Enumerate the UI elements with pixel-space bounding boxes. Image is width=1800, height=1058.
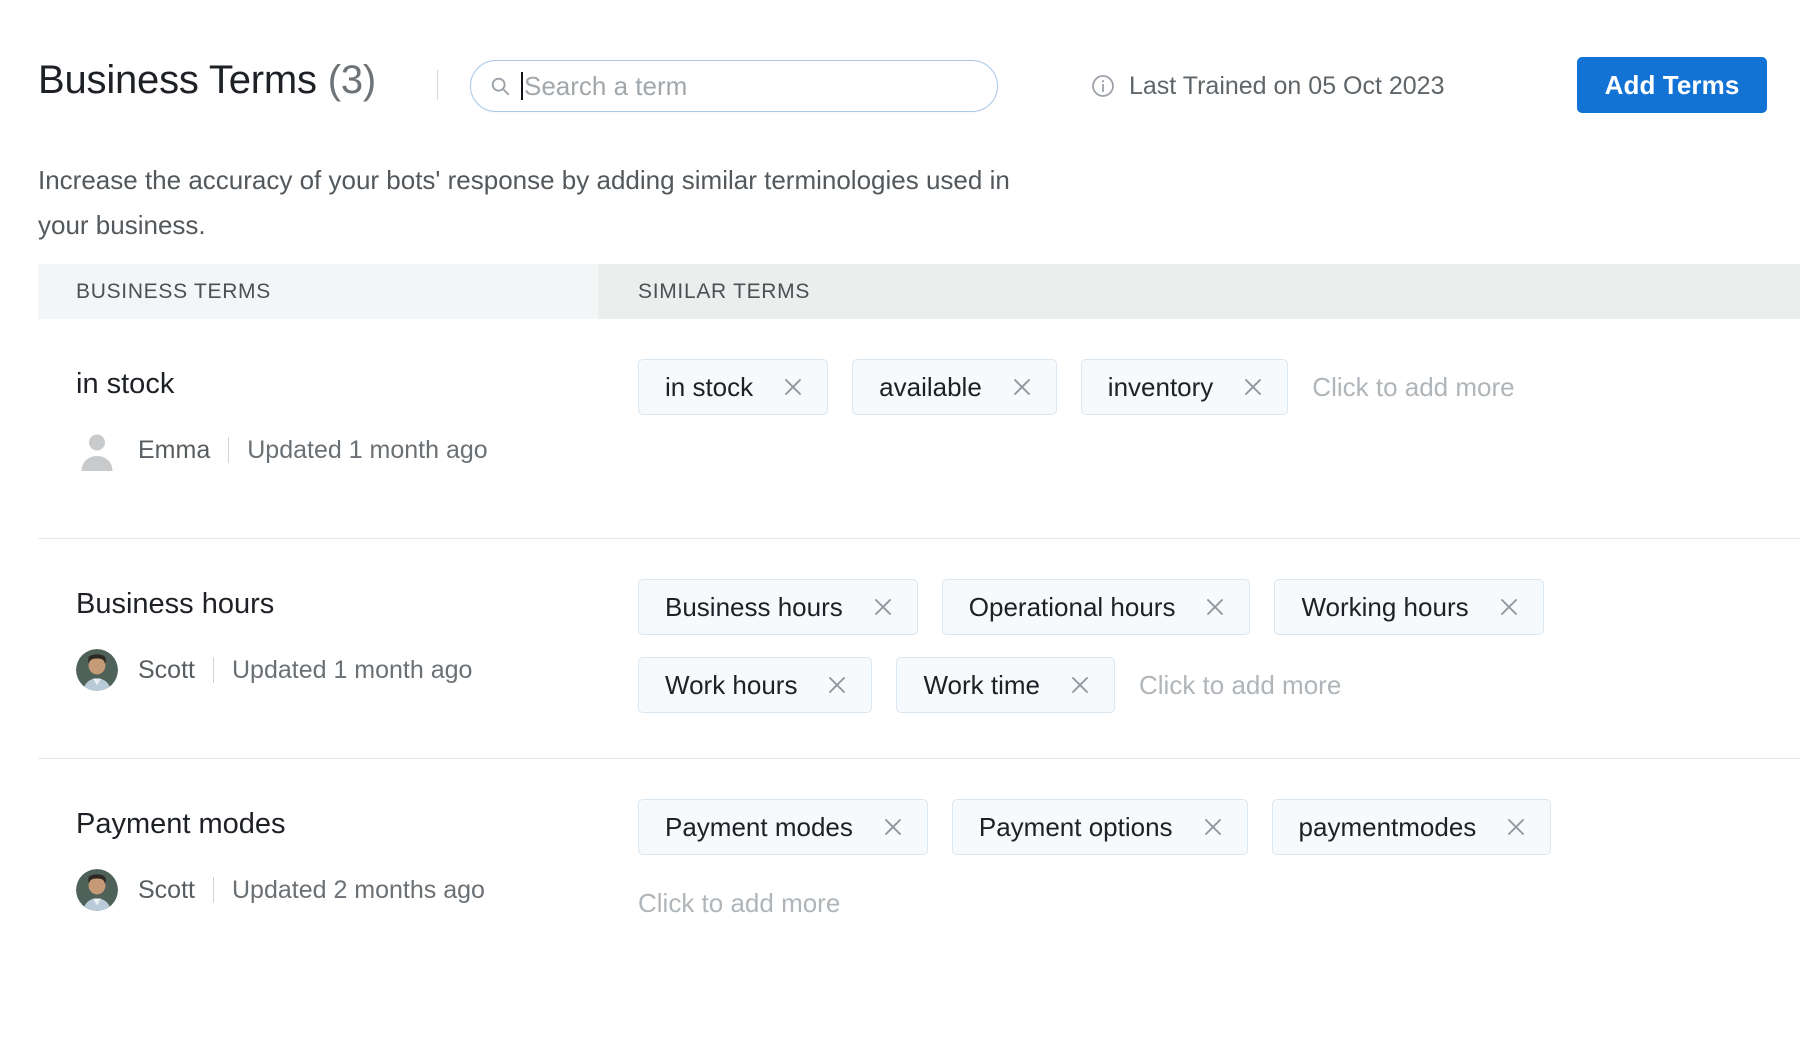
term-updated-time: Updated 2 months ago [231, 875, 485, 904]
similar-term-label: Payment options [978, 811, 1173, 842]
text-caret [521, 72, 523, 100]
close-icon[interactable] [1203, 595, 1227, 619]
table-header-row: BUSINESS TERMS SIMILAR TERMS [38, 264, 1800, 319]
business-term-cell: in stock Emma Updated 1 month ago [38, 319, 598, 538]
business-term-name: Payment modes [76, 808, 286, 840]
term-updated-time: Updated 1 month ago [247, 435, 488, 464]
close-icon[interactable] [1504, 815, 1528, 839]
similar-term-label: available [879, 371, 982, 402]
close-icon[interactable] [825, 673, 849, 697]
similar-term-label: Business hours [665, 591, 843, 622]
similar-term-chip[interactable]: Payment modes [638, 799, 928, 855]
page-description: Increase the accuracy of your bots' resp… [38, 165, 1010, 240]
close-icon[interactable] [881, 815, 905, 839]
last-trained-text: Last Trained on 05 Oct 2023 [1129, 71, 1445, 100]
similar-term-label: Working hours [1301, 591, 1469, 622]
avatar [76, 649, 118, 691]
search-input[interactable] [524, 66, 954, 106]
close-icon[interactable] [1010, 375, 1034, 399]
close-icon[interactable] [1241, 375, 1265, 399]
add-more-placeholder[interactable]: Click to add more [638, 875, 1798, 931]
similar-term-label: Payment modes [665, 811, 853, 842]
similar-term-chip[interactable]: Working hours [1274, 579, 1544, 635]
similar-term-chip[interactable]: Payment options [951, 799, 1248, 855]
page-header: Business Terms (3) Last Trained on 05 Oc… [0, 0, 1800, 128]
table-row: in stock Emma Updated 1 month ago in stock a… [38, 319, 1800, 539]
similar-term-chip[interactable]: paymentmodes [1271, 799, 1552, 855]
similar-term-chip[interactable]: Work time [896, 657, 1115, 713]
table-row: Business hours Scott Updated 1 month ago Bu… [38, 539, 1800, 759]
similar-terms-cell: Business hours Operational hours Working h… [598, 539, 1798, 758]
similar-terms-cell: in stock available inventory Click to add m… [598, 319, 1798, 538]
column-header-similar-terms: SIMILAR TERMS [598, 264, 1800, 319]
table-body: in stock Emma Updated 1 month ago in stock a… [0, 319, 1800, 979]
business-term-name: in stock [76, 368, 175, 400]
business-terms-table: BUSINESS TERMS SIMILAR TERMS in stock Emm… [0, 264, 1800, 979]
avatar [76, 869, 118, 911]
table-row: Payment modes Scott Updated 2 months ago Pa… [38, 759, 1800, 979]
term-meta: Scott Updated 2 months ago [76, 869, 598, 911]
column-header-business-terms: BUSINESS TERMS [38, 264, 598, 319]
close-icon[interactable] [1068, 673, 1092, 697]
meta-divider [212, 657, 214, 683]
similar-term-label: inventory [1107, 371, 1214, 402]
term-meta: Scott Updated 1 month ago [76, 649, 598, 691]
business-term-cell: Business hours Scott Updated 1 month ago [38, 539, 598, 758]
similar-term-label: in stock [665, 371, 754, 402]
similar-term-chip[interactable]: in stock [638, 359, 829, 415]
similar-term-label: Operational hours [968, 591, 1176, 622]
similar-term-chip[interactable]: inventory [1080, 359, 1289, 415]
similar-terms-cell: Payment modes Payment options paymentmodes… [598, 759, 1798, 979]
close-icon[interactable] [1497, 595, 1521, 619]
business-term-name: Business hours [76, 588, 275, 620]
similar-term-chip[interactable]: Business hours [638, 579, 918, 635]
page-title-count: (3) [327, 58, 377, 102]
close-icon[interactable] [781, 375, 805, 399]
term-author: Emma [138, 435, 211, 464]
page-title: Business Terms (3) [38, 58, 376, 103]
info-circle-icon [1092, 75, 1114, 97]
similar-term-label: Work hours [665, 669, 798, 700]
meta-divider [212, 877, 214, 903]
add-more-placeholder[interactable]: Click to add more [1312, 359, 1514, 415]
similar-term-chip[interactable]: Work hours [638, 657, 873, 713]
add-terms-button[interactable]: Add Terms [1577, 57, 1767, 113]
similar-term-chip[interactable]: Operational hours [941, 579, 1251, 635]
close-icon[interactable] [871, 595, 895, 619]
term-meta: Emma Updated 1 month ago [76, 429, 598, 471]
add-more-placeholder[interactable]: Click to add more [1139, 657, 1341, 713]
avatar-placeholder-icon [76, 429, 118, 471]
close-icon[interactable] [1201, 815, 1225, 839]
similar-term-label: paymentmodes [1298, 811, 1477, 842]
business-term-cell: Payment modes Scott Updated 2 months ago [38, 759, 598, 979]
page-title-text: Business Terms [38, 58, 317, 102]
term-author: Scott [138, 875, 195, 904]
similar-term-chip[interactable]: available [852, 359, 1057, 415]
search-box[interactable] [470, 60, 998, 112]
search-icon [491, 77, 510, 96]
last-trained-status: Last Trained on 05 Oct 2023 [1090, 63, 1445, 109]
title-divider [437, 70, 438, 100]
meta-divider [228, 437, 230, 463]
term-author: Scott [138, 655, 195, 684]
similar-term-label: Work time [923, 669, 1040, 700]
term-updated-time: Updated 1 month ago [231, 655, 473, 684]
